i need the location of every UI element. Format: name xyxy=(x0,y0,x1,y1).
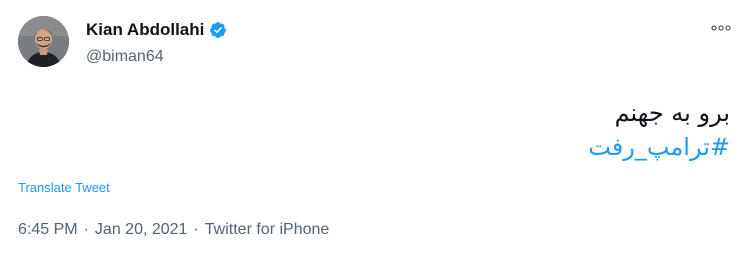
tweet-time[interactable]: 6:45 PM xyxy=(18,221,78,238)
tweet-card: Kian Abdollahi @biman64 برو به جهنم #ترا… xyxy=(0,0,748,259)
author-handle[interactable]: @biman64 xyxy=(86,47,164,67)
tweet-source[interactable]: Twitter for iPhone xyxy=(205,221,330,238)
avatar[interactable] xyxy=(18,16,69,67)
more-options-button[interactable] xyxy=(710,20,732,36)
profile-photo-icon xyxy=(18,16,69,67)
display-name[interactable]: Kian Abdollahi xyxy=(86,20,204,40)
hashtag-link[interactable]: #ترامپ_رفت xyxy=(30,130,730,164)
translate-tweet-link[interactable]: Translate Tweet xyxy=(18,180,110,196)
verified-badge-icon xyxy=(210,22,227,38)
author-name-row: Kian Abdollahi xyxy=(86,20,227,40)
separator-dot: · xyxy=(193,221,199,238)
tweet-date[interactable]: Jan 20, 2021 xyxy=(95,221,188,238)
more-options-icon xyxy=(711,25,731,31)
tweet-text-line: برو به جهنم xyxy=(614,99,730,127)
tweet-text: برو به جهنم #ترامپ_رفت xyxy=(30,96,730,164)
separator-dot: · xyxy=(83,221,89,238)
tweet-metadata: 6:45 PM · Jan 20, 2021 · Twitter for iPhone xyxy=(18,220,329,240)
